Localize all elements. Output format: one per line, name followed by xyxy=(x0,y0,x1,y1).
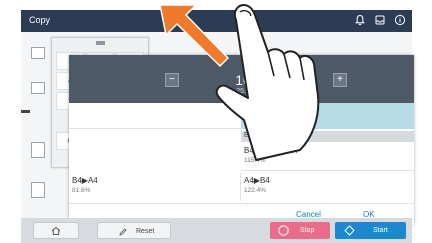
info-icon[interactable] xyxy=(393,14,407,28)
bell-icon[interactable] xyxy=(353,14,367,28)
zoom-option-label: B4▶A3 B5▶A4 xyxy=(244,146,298,155)
zoom-minus-button[interactable]: − xyxy=(165,73,179,87)
zoom-option-percent: 100% xyxy=(244,117,261,124)
divider xyxy=(69,128,241,129)
zoom-option-label: A4▶B4 xyxy=(244,176,270,185)
zoom-option-b4-a3[interactable]: B4▶A3 B5▶A4 115.4% xyxy=(241,143,414,171)
zoom-plus-button[interactable]: + xyxy=(333,73,347,87)
divider xyxy=(69,203,414,204)
title-bar: Copy xyxy=(21,10,412,32)
start-button[interactable]: Start xyxy=(335,222,406,239)
zoom-option-label: x1.0 xyxy=(244,106,260,115)
zoom-value[interactable]: 100.0% xyxy=(199,72,319,88)
zoom-option-label: B4▶A4 xyxy=(72,176,98,185)
keypad-drag-handle[interactable] xyxy=(96,41,105,45)
home-icon xyxy=(51,226,61,235)
reset-label: Reset xyxy=(136,228,155,235)
zoom-dialog: − 100.0% 25.0 - 400.0 % + x1.0 100% Enla… xyxy=(69,55,414,225)
zoom-bar: − 100.0% 25.0 - 400.0 % + xyxy=(69,55,414,103)
zoom-range: 25.0 - 400.0 % xyxy=(236,88,282,95)
reset-button[interactable]: Reset xyxy=(97,222,171,239)
side-indicator xyxy=(21,110,30,113)
original-icon xyxy=(31,47,45,59)
zoom-option-percent: 122.4% xyxy=(244,187,267,194)
tray-icon[interactable] xyxy=(373,14,387,28)
duplex-icon xyxy=(31,142,45,158)
finishing-icon xyxy=(31,182,45,198)
start-label: Start xyxy=(373,227,388,234)
zoom-option-percent: 115.4% xyxy=(244,157,266,164)
pencil-icon xyxy=(119,228,127,236)
stop-button[interactable]: Stop xyxy=(270,222,330,239)
enlarge-header: Enlarge xyxy=(241,131,414,142)
zoom-option-a4-b4[interactable]: A4▶B4 122.4% xyxy=(241,173,414,201)
stop-icon xyxy=(278,225,289,236)
zoom-option-x1[interactable]: x1.0 100% xyxy=(241,103,414,129)
home-button[interactable] xyxy=(33,222,79,239)
stop-label: Stop xyxy=(300,227,315,234)
app-title: Copy xyxy=(29,15,51,25)
paper-icon xyxy=(31,82,45,94)
zoom-option-percent: 81.6% xyxy=(72,187,91,194)
start-icon xyxy=(344,225,355,236)
zoom-option-b4-a4[interactable]: B4▶A4 81.6% xyxy=(69,173,241,201)
bottom-bar: Reset Stop Start xyxy=(21,218,412,243)
